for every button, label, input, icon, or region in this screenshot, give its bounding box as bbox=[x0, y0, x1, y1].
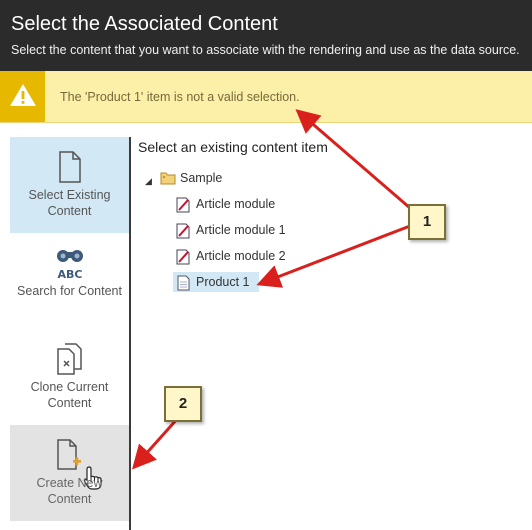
warning-message: The 'Product 1' item is not a valid sele… bbox=[60, 90, 300, 104]
document-edit-icon bbox=[176, 249, 190, 265]
callout-1: 1 bbox=[408, 204, 446, 240]
sidebar-item-select-existing[interactable]: Select Existing Content bbox=[10, 137, 129, 233]
tree-node-label: Article module 1 bbox=[196, 223, 286, 237]
content-heading: Select an existing content item bbox=[138, 139, 328, 155]
sidebar-item-label: Clone Current Content bbox=[30, 380, 109, 410]
sidebar-item-clone[interactable]: Clone Current Content bbox=[10, 329, 129, 425]
dialog-header: Select the Associated Content Select the… bbox=[0, 0, 532, 71]
document-edit-icon bbox=[176, 223, 190, 239]
dialog-title: Select the Associated Content bbox=[11, 13, 278, 35]
sidebar-item-label: Select Existing Content bbox=[28, 188, 111, 218]
tree-node-label: Product 1 bbox=[196, 275, 250, 289]
arrow-to-warning bbox=[295, 109, 411, 210]
warning-icon-box bbox=[0, 71, 45, 122]
document-edit-icon bbox=[176, 197, 190, 213]
sidebar-item-label: Search for Content bbox=[17, 284, 122, 298]
sidebar-item-label: Create New Content bbox=[36, 476, 103, 506]
document-icon bbox=[177, 275, 190, 291]
arrow-to-create-new bbox=[132, 417, 180, 470]
sidebar-item-search[interactable]: ABC Search for Content bbox=[10, 233, 129, 329]
warning-bar: The 'Product 1' item is not a valid sele… bbox=[0, 71, 532, 123]
sidebar-item-create-new[interactable]: Create New Content bbox=[10, 425, 129, 521]
clone-document-icon bbox=[56, 343, 82, 375]
sidebar: Select Existing Content ABC Search for C… bbox=[10, 137, 129, 530]
callout-2: 2 bbox=[164, 386, 202, 422]
tree-node-label: Article module bbox=[196, 197, 276, 211]
folder-icon bbox=[160, 172, 176, 185]
tree-node-label: Article module 2 bbox=[196, 249, 286, 263]
binoculars-abc-icon: ABC bbox=[56, 250, 83, 281]
tree-expand-toggle[interactable]: ◢ bbox=[145, 176, 152, 187]
dialog-subtitle: Select the content that you want to asso… bbox=[11, 43, 520, 57]
document-icon bbox=[58, 151, 81, 183]
tree-node-label: Sample bbox=[180, 171, 223, 185]
svg-text:ABC: ABC bbox=[57, 268, 82, 281]
warning-icon bbox=[10, 84, 36, 106]
sidebar-divider bbox=[129, 137, 131, 530]
